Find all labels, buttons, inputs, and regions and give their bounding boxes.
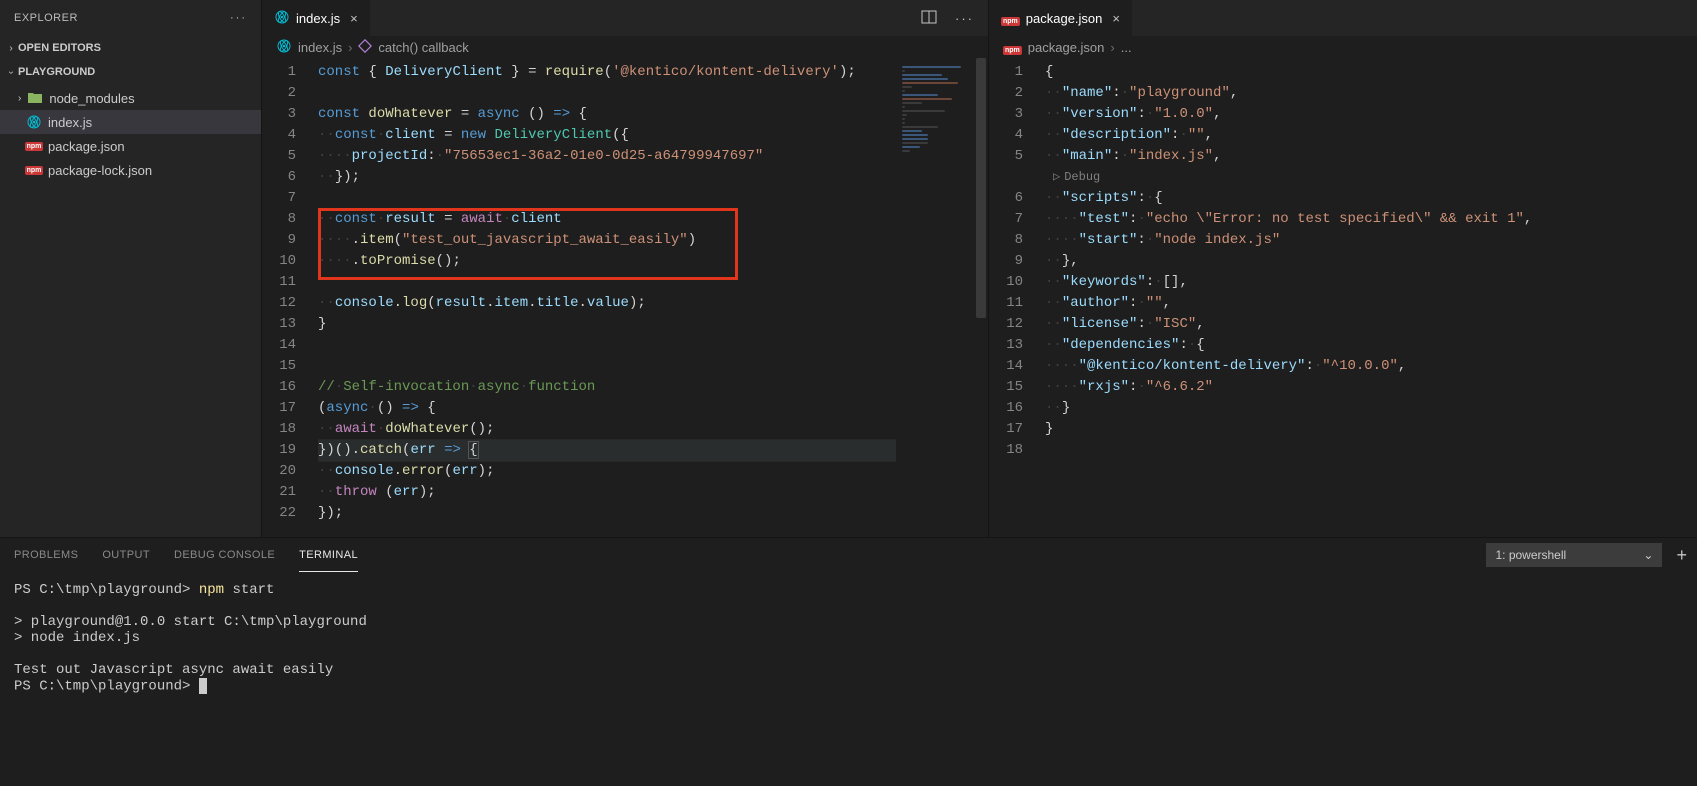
chevron-right-icon: › — [348, 40, 352, 55]
file-tree: › node_modules index.js npm package.json… — [0, 86, 261, 182]
terminal-selector-label: 1: powershell — [1495, 548, 1566, 562]
file-label: package-lock.json — [48, 163, 152, 178]
breadcrumb-file: package.json — [1028, 40, 1105, 55]
js-icon — [276, 38, 292, 57]
panel-tab-problems[interactable]: PROBLEMS — [14, 538, 78, 572]
close-icon[interactable]: × — [350, 11, 358, 26]
minimap[interactable] — [896, 58, 974, 537]
code-editor-left[interactable]: 12345678910111213141516171819202122 cons… — [262, 58, 988, 537]
chevron-down-icon: › — [6, 65, 17, 79]
explorer-more-icon[interactable]: ··· — [230, 12, 247, 24]
editor-group-left: index.js × ··· index.js › — [262, 0, 989, 537]
breadcrumb-file: index.js — [298, 40, 342, 55]
overview-ruler[interactable] — [974, 58, 988, 537]
tab-package-json[interactable]: npm package.json × — [989, 0, 1133, 36]
terminal-selector[interactable]: 1: powershell ⌄ — [1486, 543, 1662, 567]
code-editor-right[interactable]: 12345 6789101112131415161718 {··"name":·… — [989, 58, 1697, 537]
file-label: index.js — [48, 115, 92, 130]
panel-tab-debug[interactable]: DEBUG CONSOLE — [174, 538, 275, 572]
js-icon — [274, 9, 290, 28]
playground-label: PLAYGROUND — [18, 66, 95, 78]
chevron-down-icon: ⌄ — [1643, 548, 1653, 562]
file-label: package.json — [48, 139, 125, 154]
code-content[interactable]: const { DeliveryClient } = require('@ken… — [318, 58, 896, 537]
file-package-json[interactable]: npm package.json — [0, 134, 261, 158]
editor-more-icon[interactable]: ··· — [955, 11, 974, 26]
folder-node-modules[interactable]: › node_modules — [0, 86, 261, 110]
npm-icon: npm — [26, 138, 42, 154]
open-editors-label: OPEN EDITORS — [18, 42, 101, 54]
code-content[interactable]: {··"name":·"playground",··"version":·"1.… — [1045, 58, 1697, 537]
explorer-title: EXPLORER — [14, 12, 78, 24]
chevron-right-icon: › — [1110, 40, 1114, 55]
explorer-header: EXPLORER ··· — [0, 0, 261, 36]
editor-group-right: npm package.json × npm package.json › ..… — [989, 0, 1697, 537]
panel-tab-bar: PROBLEMS OUTPUT DEBUG CONSOLE TERMINAL 1… — [0, 538, 1697, 572]
line-gutter: 12345 6789101112131415161718 — [989, 58, 1045, 537]
file-package-lock-json[interactable]: npm package-lock.json — [0, 158, 261, 182]
playground-section[interactable]: › PLAYGROUND — [0, 60, 261, 84]
panel-tab-output[interactable]: OUTPUT — [102, 538, 150, 572]
breadcrumb-right[interactable]: npm package.json › ... — [989, 36, 1697, 58]
tab-bar-left: index.js × ··· — [262, 0, 988, 36]
tab-index-js[interactable]: index.js × — [262, 0, 371, 36]
folder-icon — [27, 90, 43, 106]
debug-codelens[interactable]: Debug — [1064, 167, 1100, 188]
chevron-right-icon: › — [4, 43, 18, 54]
tab-bar-right: npm package.json × — [989, 0, 1697, 36]
open-editors-section[interactable]: › OPEN EDITORS — [0, 36, 261, 60]
js-icon — [26, 114, 42, 130]
file-index-js[interactable]: index.js — [0, 110, 261, 134]
terminal-content[interactable]: PS C:\tmp\playground> npm start > playgr… — [0, 572, 1697, 786]
tab-label: package.json — [1026, 11, 1103, 26]
breadcrumb-symbol: catch() callback — [378, 40, 468, 55]
method-icon — [358, 39, 372, 56]
close-icon[interactable]: × — [1112, 11, 1120, 26]
play-icon: ▷ — [1053, 167, 1060, 188]
breadcrumb-more: ... — [1121, 40, 1132, 55]
breadcrumb-left[interactable]: index.js › catch() callback — [262, 36, 988, 58]
file-label: node_modules — [49, 91, 134, 106]
npm-icon: npm — [1001, 11, 1020, 26]
split-editor-icon[interactable] — [921, 9, 937, 28]
npm-icon: npm — [1003, 40, 1022, 55]
new-terminal-icon[interactable]: + — [1676, 545, 1687, 566]
chevron-right-icon: › — [18, 93, 21, 104]
tab-label: index.js — [296, 11, 340, 26]
explorer-sidebar: EXPLORER ··· › OPEN EDITORS › PLAYGROUND… — [0, 0, 262, 537]
panel-tab-terminal[interactable]: TERMINAL — [299, 538, 358, 572]
bottom-panel: PROBLEMS OUTPUT DEBUG CONSOLE TERMINAL 1… — [0, 537, 1697, 786]
line-gutter: 12345678910111213141516171819202122 — [262, 58, 318, 537]
npm-icon: npm — [26, 162, 42, 178]
